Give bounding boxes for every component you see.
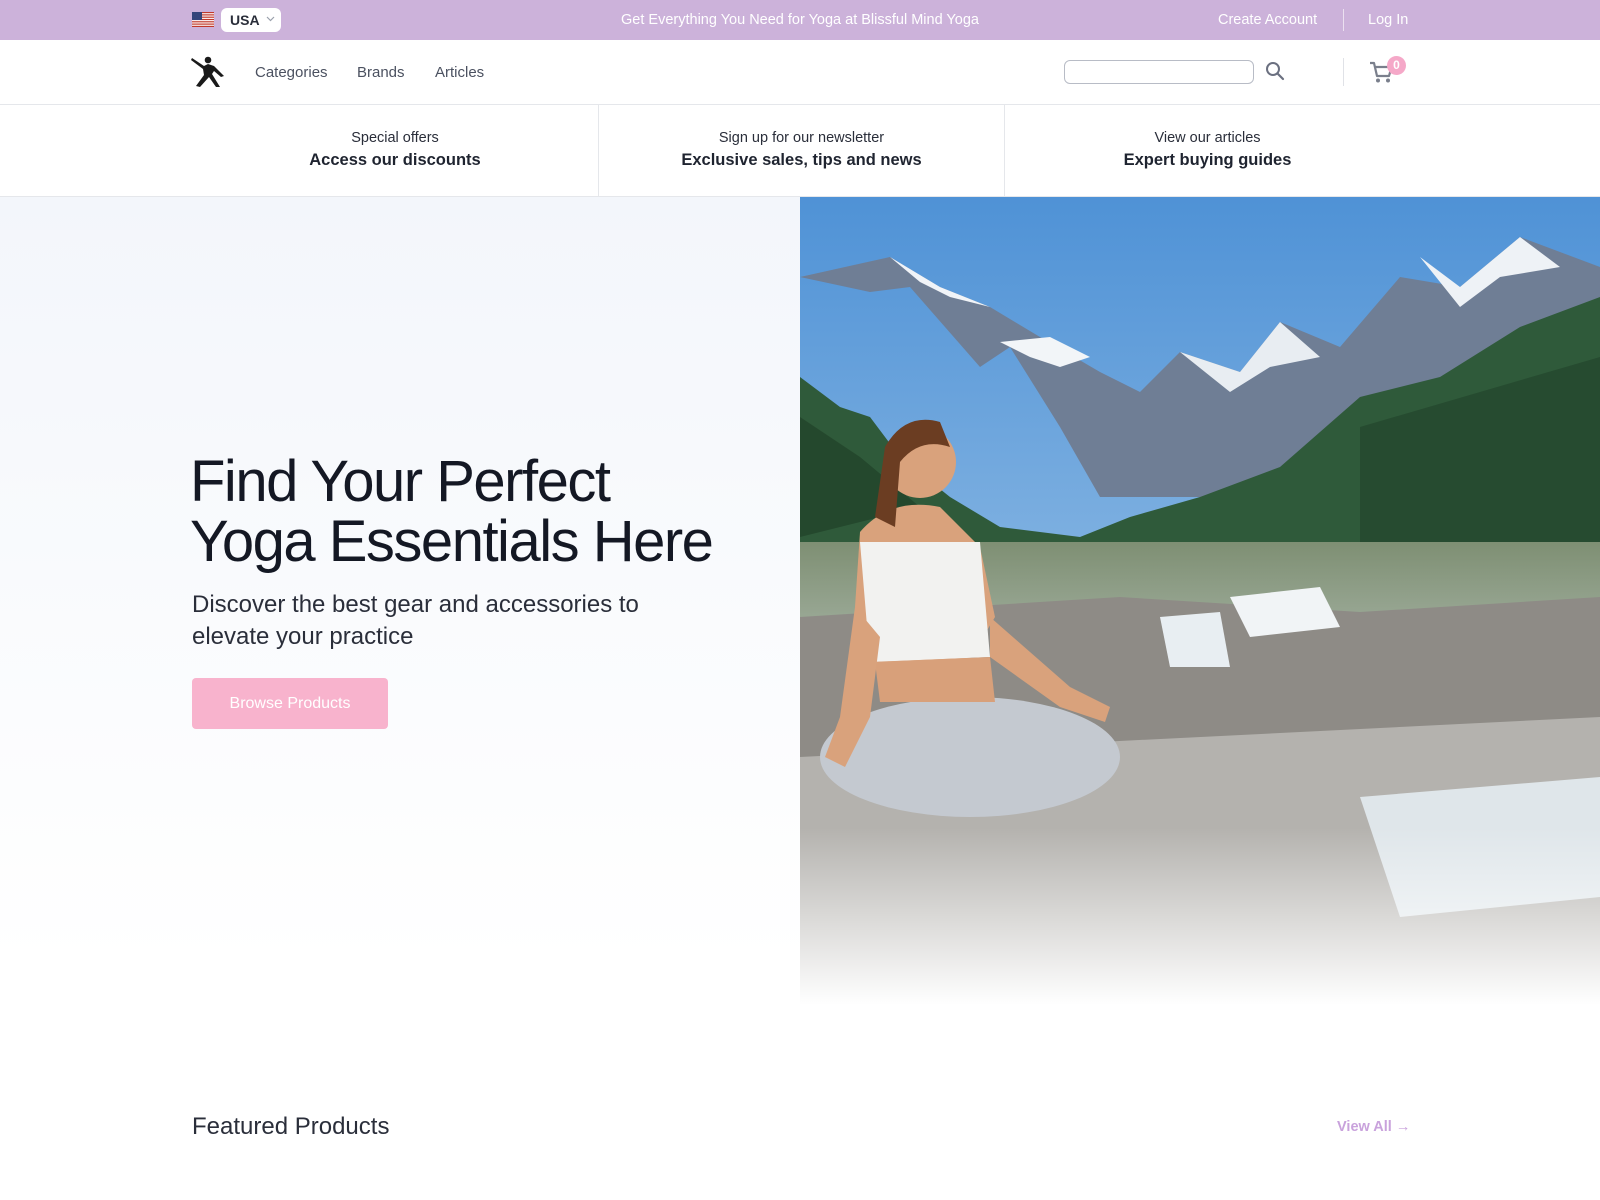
nav-categories[interactable]: Categories	[255, 40, 328, 105]
newsletter-link[interactable]: Sign up for our newsletter Exclusive sal…	[598, 105, 1004, 197]
cart-count-badge: 0	[1387, 56, 1406, 75]
search-input[interactable]	[1064, 60, 1254, 84]
hero-subtitle-line: Discover the best gear and accessories t…	[192, 591, 639, 618]
log-in-link[interactable]: Log In	[1368, 0, 1408, 40]
strip-headline: Access our discounts	[309, 151, 481, 169]
divider	[1343, 9, 1344, 31]
strip-label: Sign up for our newsletter	[718, 130, 885, 146]
hero-subtitle: Discover the best gear and accessories t…	[192, 589, 692, 653]
hero-title-line: Yoga Essentials Here	[190, 509, 714, 574]
strip-label: Special offers	[351, 130, 439, 146]
hero-title: Find Your Perfect Yoga Essentials Here	[190, 452, 790, 572]
chevron-down-icon	[266, 16, 275, 22]
us-flag-icon	[192, 12, 214, 27]
strip-headline: Expert buying guides	[1123, 151, 1292, 169]
announcement-text: Get Everything You Need for Yoga at Blis…	[621, 12, 979, 28]
featured-products-heading: Featured Products	[192, 1113, 390, 1140]
special-offers-link[interactable]: Special offers Access our discounts	[192, 105, 598, 197]
hero-section: Find Your Perfect Yoga Essentials Here D…	[0, 197, 1600, 1005]
country-selector[interactable]: USA	[221, 8, 281, 32]
divider	[1343, 58, 1344, 86]
strip-label: View our articles	[1154, 130, 1261, 146]
hero-image-yoga-mountains	[800, 197, 1600, 1005]
announcement-bar: USA Get Everything You Need for Yoga at …	[0, 0, 1600, 40]
country-label: USA	[230, 12, 260, 28]
nav-articles[interactable]: Articles	[435, 40, 484, 105]
search-icon[interactable]	[1264, 60, 1286, 82]
create-account-link[interactable]: Create Account	[1218, 0, 1317, 40]
promo-strip: Special offers Access our discounts Sign…	[0, 105, 1600, 197]
yoga-logo-icon[interactable]	[190, 54, 226, 88]
browse-products-button[interactable]: Browse Products	[192, 678, 388, 729]
strip-headline: Exclusive sales, tips and news	[681, 151, 922, 169]
main-header: Categories Brands Articles 0	[0, 40, 1600, 105]
articles-link[interactable]: View our articles Expert buying guides	[1004, 105, 1410, 197]
view-all-link[interactable]: View All →	[1337, 1119, 1410, 1135]
nav-brands[interactable]: Brands	[357, 40, 405, 105]
hero-title-line: Find Your Perfect	[190, 449, 611, 514]
hero-subtitle-line: elevate your practice	[192, 623, 414, 650]
